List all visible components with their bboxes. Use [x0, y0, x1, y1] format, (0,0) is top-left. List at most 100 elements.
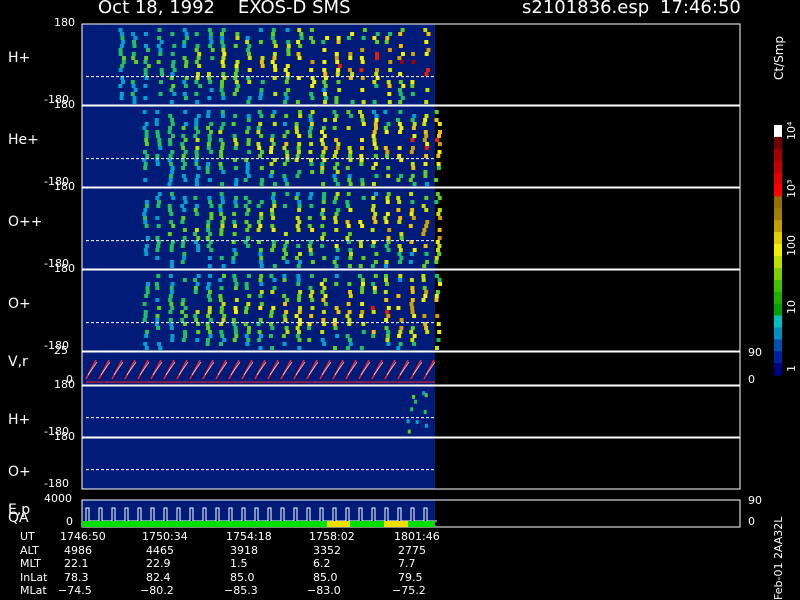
spectrogram-cell [385, 154, 389, 158]
colorbar-swatch [774, 315, 782, 328]
spectrogram-cell [410, 118, 415, 122]
spectrogram-cell [207, 330, 212, 334]
colorbar-swatch [774, 363, 782, 376]
spectrogram-cell [247, 44, 252, 48]
spectrogram-cell [386, 192, 391, 196]
spectrogram-cell [118, 48, 123, 52]
spectrogram-cell [424, 208, 429, 212]
spectrogram-cell [396, 118, 400, 122]
spectrogram-cell [273, 68, 278, 72]
spectrogram-cell [182, 228, 187, 232]
spectrogram-cell [398, 110, 403, 114]
spectrogram-cell [370, 208, 375, 212]
spectrogram-cell [334, 212, 339, 216]
spectrogram-cell [207, 306, 212, 310]
spectrogram-cell [219, 138, 223, 142]
spectrogram-cell [348, 154, 353, 158]
spectrogram-cell [272, 278, 277, 282]
spectrogram-cell [320, 162, 325, 166]
spectrogram-cell [360, 286, 365, 290]
y-tick-label: -180 [44, 477, 69, 490]
spectrogram-cell [194, 60, 199, 64]
ephemeris-cell: 22.9 [146, 557, 171, 570]
spectrogram-cell [437, 244, 442, 248]
spectrogram-cell [410, 407, 414, 412]
panel-label: O++ [8, 214, 43, 230]
spectrogram-cell [205, 342, 210, 346]
spectrogram-cell [295, 174, 300, 178]
spectrogram-cell [374, 192, 378, 196]
spectrogram-cell [308, 118, 313, 122]
ephemeris-cell: 85.0 [230, 570, 255, 584]
spectrogram-cell [193, 314, 198, 318]
spectrogram-cell [297, 338, 302, 342]
spectrogram-cell [221, 28, 226, 32]
spectrogram-cell [424, 423, 428, 428]
spectrogram-cell [372, 138, 377, 142]
spectrogram-cell [411, 60, 416, 64]
spectrogram-cell [358, 220, 363, 224]
spectrogram-cell [283, 100, 288, 104]
spectrogram-cell [184, 64, 188, 68]
spectrogram-cell [270, 326, 275, 330]
spectrogram-cell [372, 290, 377, 294]
spectrogram-cell [270, 170, 275, 174]
spectrogram-cell [245, 236, 250, 240]
colorbar-swatch [774, 136, 782, 150]
spectrogram-cell [334, 138, 339, 142]
spectrogram-cell [347, 178, 352, 182]
spectrogram-cell [207, 28, 212, 32]
spectrogram-cell [437, 228, 442, 232]
panel-label: H+ [8, 412, 31, 428]
spectrogram-cell [297, 170, 302, 174]
y-tick-label: 180 [54, 378, 75, 391]
spectrogram-cell [157, 342, 162, 346]
spectrogram-cell [171, 84, 176, 88]
spectrogram-cell [120, 32, 124, 36]
spectrogram-cell [282, 278, 287, 282]
spectrogram-cell [169, 286, 174, 290]
spectrogram-cell [270, 346, 275, 350]
spectrogram-cell [385, 212, 390, 216]
spectrogram-cell [247, 150, 252, 154]
spectrogram-cell [375, 32, 380, 36]
spectrogram-cell [308, 294, 313, 298]
spectrogram-cell [247, 52, 251, 56]
spectrogram-cell [218, 298, 223, 302]
spectrogram-cell [142, 126, 147, 130]
spectrogram-cell [294, 122, 299, 126]
spectrogram-cell [234, 196, 238, 200]
spectrogram-cell [118, 68, 123, 72]
spectrogram-cell [196, 166, 201, 170]
spectrogram-cell [332, 200, 337, 204]
spectrogram-cell [320, 330, 325, 334]
spectrogram-cell [259, 212, 264, 216]
spectrogram-cell [195, 100, 200, 104]
spectrogram-cell [307, 224, 312, 228]
spectrogram-cell [360, 118, 365, 122]
spectrogram-cell [231, 256, 236, 260]
ephemeris-row-label: MLT [20, 557, 41, 570]
spectrogram-cell [144, 122, 149, 126]
spectrogram-cell [158, 92, 163, 96]
spectrogram-cell [171, 196, 176, 200]
spectrogram-cell [196, 130, 200, 134]
spectrogram-cell [155, 196, 160, 200]
spectrogram-cell [410, 138, 415, 142]
spectrogram-cell [181, 216, 186, 220]
spectrogram-cell [425, 220, 430, 224]
ephemeris-cell: 79.5 [398, 570, 423, 584]
spectrogram-cell [219, 192, 224, 196]
ephemeris-cell: 1.5 [230, 557, 248, 570]
spectrogram-cell [309, 126, 313, 130]
spectrogram-cell [336, 142, 341, 146]
spectrogram-cell [133, 36, 138, 40]
spectrogram-cell [219, 154, 224, 158]
spectrogram-cell [246, 142, 251, 146]
spectrogram-cell [348, 256, 353, 260]
spectrogram-cell [345, 200, 350, 204]
spectrogram-cell [184, 96, 188, 100]
spectrogram-cell [332, 174, 337, 178]
spectrogram-cell [347, 146, 352, 150]
spectrogram-cell [168, 178, 173, 182]
